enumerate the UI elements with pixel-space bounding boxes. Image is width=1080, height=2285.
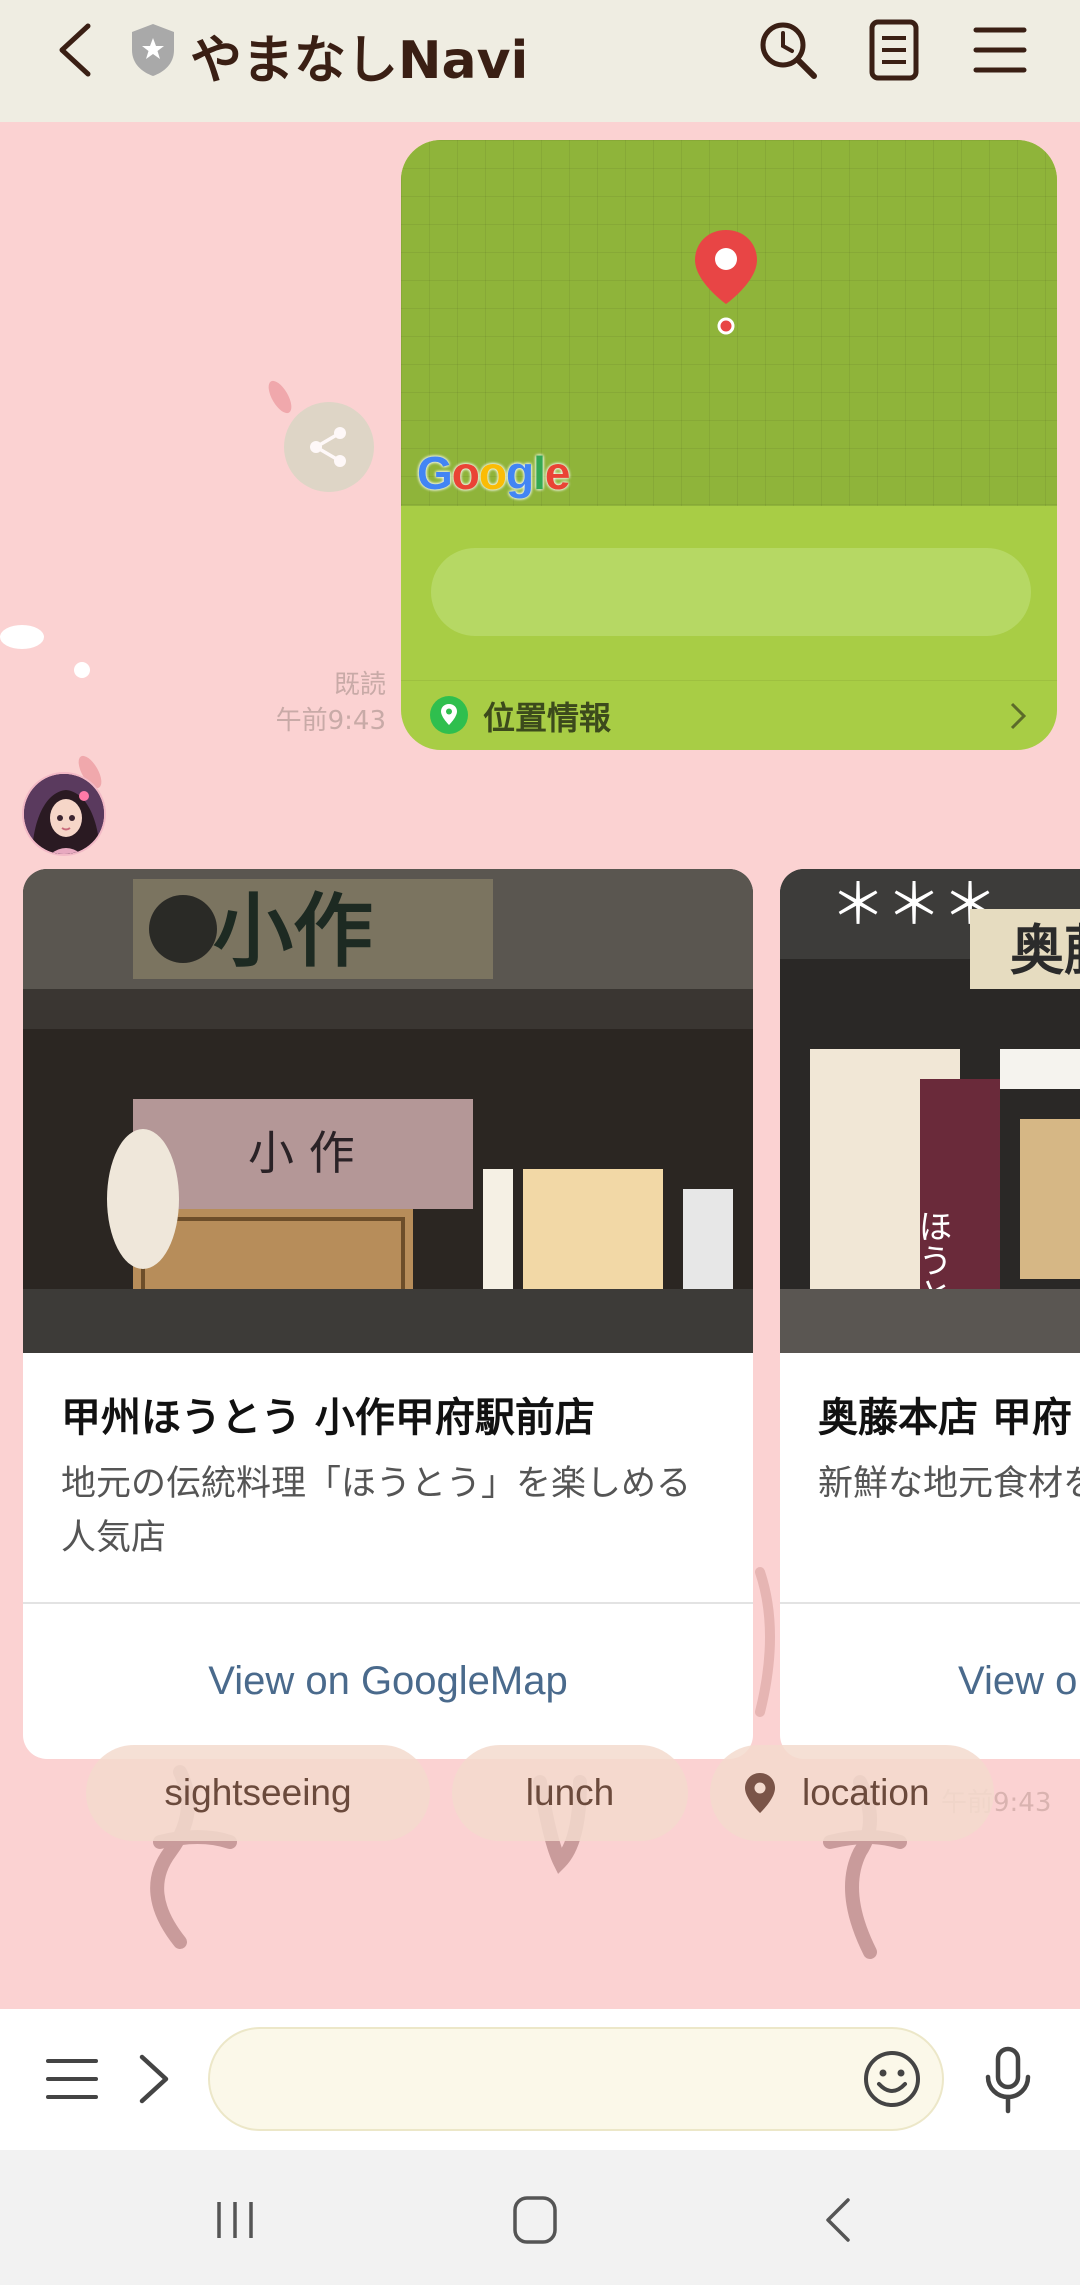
- view-on-googlemap-button[interactable]: View on GoogleMap: [23, 1659, 753, 1704]
- share-button[interactable]: [284, 402, 374, 492]
- expand-chevron-icon[interactable]: [136, 2051, 172, 2107]
- read-status: 既読: [333, 670, 386, 700]
- card-divider: [23, 1602, 753, 1604]
- restaurant-photo[interactable]: ＊＊＊ 奥藤 ほうとう: [780, 869, 1080, 1353]
- message-timestamp: 午前9:43: [275, 706, 386, 736]
- location-pin-icon: [745, 1773, 775, 1813]
- quick-reply-label: location: [802, 1772, 930, 1813]
- card-divider: [780, 1602, 1080, 1604]
- location-info-row[interactable]: 位置情報: [401, 680, 1057, 750]
- share-icon: [310, 427, 346, 467]
- chevron-right-icon: [1010, 702, 1027, 730]
- message-input-bar: [0, 2009, 1080, 2150]
- microphone-icon[interactable]: [978, 2045, 1038, 2117]
- shield-icon: [132, 24, 174, 76]
- app-header: やまなしNavi: [0, 0, 1080, 122]
- emoji-icon[interactable]: [862, 2049, 922, 2109]
- location-label: 位置情報: [483, 699, 612, 737]
- restaurant-card[interactable]: 小作 小 作 甲州ほうとう 小作甲府駅前店 地元の伝統料理「ほうとう」を楽しめる…: [23, 869, 753, 1759]
- restaurant-name: 奥藤本店 甲府: [818, 1395, 1072, 1441]
- chat-area[interactable]: Google 位置情報 既読 午前9:43 小作 小 作 甲州ほうとう 小作甲府…: [0, 122, 1080, 2009]
- blurred-address: [431, 548, 1031, 636]
- quick-reply-location[interactable]: location: [710, 1745, 994, 1841]
- back-chevron-icon[interactable]: [48, 18, 112, 82]
- hamburger-menu-icon[interactable]: [968, 18, 1032, 82]
- google-logo: Google: [417, 447, 570, 499]
- svg-text:小 作: 小 作: [248, 1126, 355, 1180]
- restaurant-card[interactable]: ＊＊＊ 奥藤 ほうとう 奥藤本店 甲府 新鮮な地元食材を JSON:event:…: [780, 869, 1080, 1759]
- home-icon[interactable]: [505, 2194, 565, 2246]
- restaurant-photo[interactable]: 小作 小 作: [23, 869, 753, 1353]
- notes-icon[interactable]: [862, 18, 926, 82]
- quick-reply-lunch[interactable]: lunch: [452, 1745, 688, 1841]
- svg-text:小作: 小作: [213, 884, 373, 978]
- recent-apps-icon[interactable]: [205, 2194, 265, 2246]
- map-pin-icon: [695, 230, 757, 335]
- restaurant-name: 甲州ほうとう 小作甲府駅前店: [61, 1395, 595, 1441]
- message-input[interactable]: [208, 2027, 944, 2131]
- restaurant-description: 新鮮な地元食材を JSON:event: pin: [818, 1464, 1080, 1504]
- view-on-googlemap-button[interactable]: View o: [958, 1659, 1080, 1704]
- restaurant-description: 地元の伝統料理「ほうとう」を楽しめる人気店: [61, 1464, 692, 1558]
- back-icon[interactable]: [810, 2194, 870, 2246]
- bot-avatar[interactable]: [22, 772, 106, 856]
- page-title: やまなしNavi: [190, 31, 529, 91]
- system-navigation-bar: [0, 2150, 1080, 2285]
- menu-icon[interactable]: [44, 2053, 100, 2105]
- location-map-card[interactable]: Google 位置情報: [401, 140, 1057, 750]
- history-search-icon[interactable]: [756, 18, 820, 82]
- avatar-illustration: [24, 774, 104, 854]
- svg-text:奥藤: 奥藤: [1010, 918, 1080, 982]
- quick-reply-sightseeing[interactable]: sightseeing: [86, 1745, 430, 1841]
- location-pin-icon: [430, 696, 468, 734]
